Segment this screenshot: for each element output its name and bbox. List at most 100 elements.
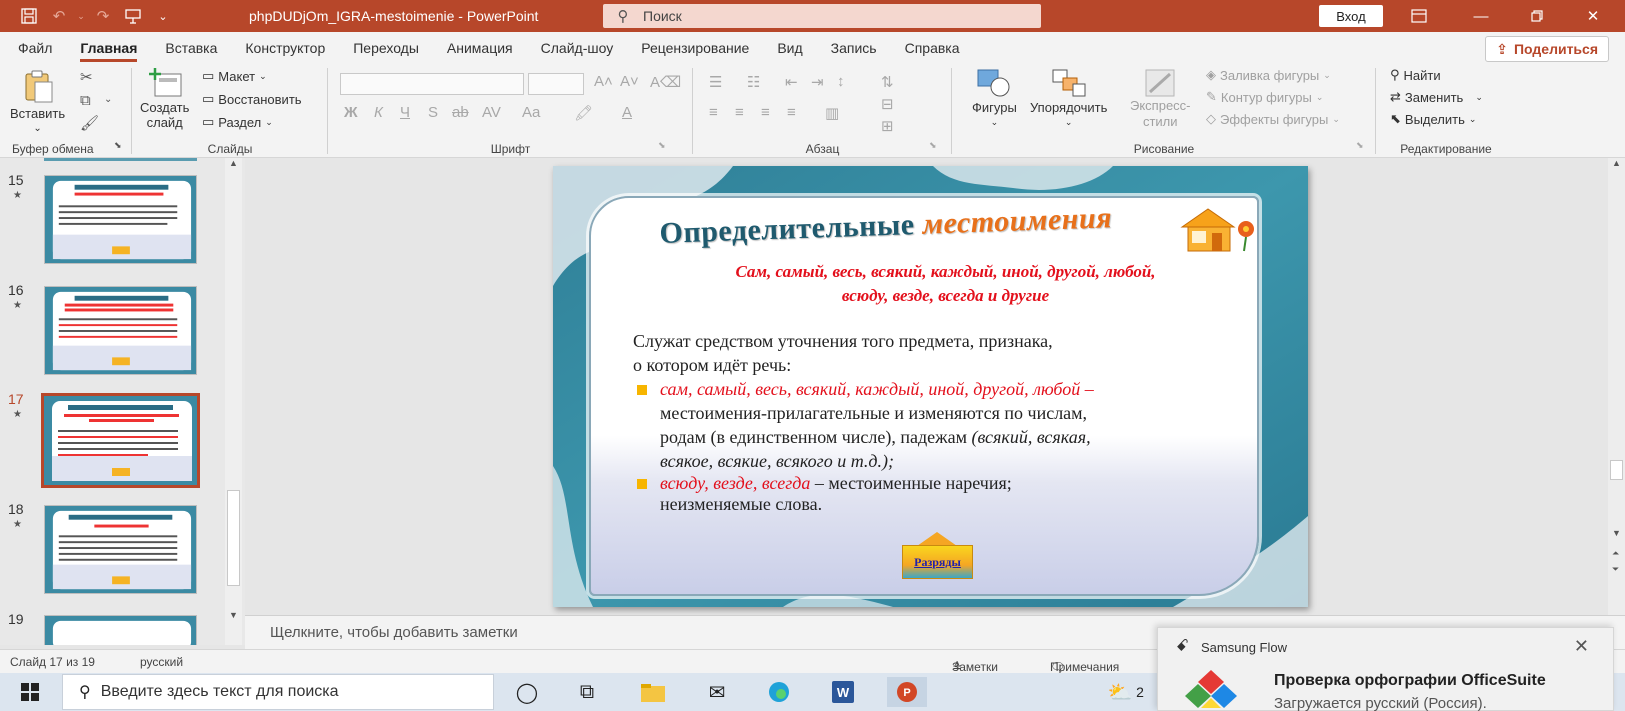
align-right-icon[interactable]: ≡ — [761, 104, 770, 121]
paragraph-launcher-icon[interactable]: ⬊ — [929, 140, 937, 151]
tab-design[interactable]: Конструктор — [231, 32, 339, 64]
windows-start-icon[interactable] — [10, 677, 50, 707]
tab-review[interactable]: Рецензирование — [627, 32, 763, 64]
shape-fill-button[interactable]: ◈ Заливка фигуры ⌄ — [1206, 67, 1331, 83]
restore-icon[interactable] — [1514, 0, 1560, 32]
underline-icon[interactable]: Ч — [400, 104, 410, 121]
italic-icon[interactable]: К — [374, 104, 383, 121]
format-painter-icon[interactable]: 🖌 — [80, 114, 99, 132]
previous-slide-icon[interactable]: ⏶ — [1612, 548, 1619, 559]
ranks-link-button[interactable]: Разряды — [902, 545, 973, 579]
align-center-icon[interactable]: ≡ — [735, 104, 744, 121]
next-slide-icon[interactable]: ⏷ — [1612, 564, 1619, 575]
shape-effects-button[interactable]: ◇ Эффекты фигуры ⌄ — [1206, 111, 1340, 127]
numbering-icon[interactable]: ☷ — [747, 73, 760, 91]
text-direction-icon[interactable]: ⇅ — [881, 73, 894, 91]
thumbnails-scrollbar[interactable]: ▲ ▼ — [225, 158, 242, 645]
decrease-font-icon[interactable]: A˅ — [620, 73, 639, 90]
task-view-icon[interactable]: ⧉ — [567, 677, 607, 707]
bullets-icon[interactable]: ☰ — [709, 73, 722, 91]
cut-icon[interactable]: ✂ — [80, 68, 93, 86]
ribbon-display-icon[interactable] — [1396, 0, 1442, 32]
find-button[interactable]: ⚲ Найти — [1390, 67, 1441, 83]
scroll-up-icon[interactable]: ▲ — [229, 158, 238, 168]
slide-thumbnail-18[interactable] — [44, 505, 197, 594]
shapes-button[interactable]: Фигуры ⌄ — [972, 68, 1017, 128]
tab-insert[interactable]: Вставка — [151, 32, 231, 64]
shadow-icon[interactable]: S — [428, 104, 438, 121]
strikethrough-icon[interactable]: ab — [452, 104, 469, 121]
search-box[interactable]: ⚲ Поиск — [603, 4, 1041, 28]
clipboard-launcher-icon[interactable]: ⬊ — [114, 140, 122, 151]
replace-button[interactable]: ⇄ Заменить ⌄ — [1390, 89, 1483, 105]
cortana-icon[interactable]: ◯ — [507, 677, 547, 707]
tab-home[interactable]: Главная — [66, 32, 151, 64]
align-left-icon[interactable]: ≡ — [709, 104, 718, 121]
notification-toast[interactable]: ꗃ Samsung Flow ✕ Проверка орфографии Off… — [1157, 627, 1614, 711]
save-icon[interactable] — [14, 0, 44, 32]
quick-styles-button[interactable]: Экспресс- стили — [1130, 68, 1191, 130]
scroll-down-icon[interactable]: ▼ — [229, 610, 238, 620]
mail-icon[interactable]: ✉ — [697, 677, 737, 707]
close-icon[interactable]: ✕ — [1570, 0, 1616, 32]
font-size-dropdown[interactable] — [528, 73, 584, 95]
change-case-icon[interactable]: Aa — [522, 104, 540, 121]
tab-file[interactable]: Файл — [0, 32, 66, 64]
copy-dropdown-icon[interactable]: ⌄ — [104, 94, 112, 105]
clear-formatting-icon[interactable]: A⌫ — [650, 73, 681, 91]
word-icon[interactable]: W — [823, 677, 863, 707]
sign-in-button[interactable]: Вход — [1319, 5, 1383, 27]
slide-thumbnail-16[interactable] — [44, 286, 197, 375]
tab-animations[interactable]: Анимация — [433, 32, 527, 64]
undo-icon[interactable]: ↶ — [44, 0, 74, 32]
tab-transitions[interactable]: Переходы — [339, 32, 433, 64]
customize-toolbar-icon[interactable]: ⌄ — [148, 0, 178, 32]
share-button[interactable]: ⇪ Поделиться — [1485, 36, 1609, 62]
new-slide-button[interactable]: Создать слайд — [140, 68, 189, 130]
edge-browser-icon[interactable] — [759, 677, 799, 707]
line-spacing-icon[interactable]: ↕ — [837, 73, 845, 90]
presentation-icon[interactable] — [118, 0, 148, 32]
section-button[interactable]: ▭ Раздел ⌄ — [202, 114, 273, 130]
scroll-thumb[interactable] — [227, 490, 240, 586]
font-color-icon[interactable]: A — [622, 104, 632, 121]
current-slide[interactable]: Определительные местоимения Сам, самый, … — [553, 166, 1308, 607]
increase-indent-icon[interactable]: ⇥ — [811, 73, 824, 91]
tab-view[interactable]: Вид — [763, 32, 816, 64]
tab-help[interactable]: Справка — [891, 32, 974, 64]
tab-record[interactable]: Запись — [817, 32, 891, 64]
paste-button[interactable]: Вставить ⌄ — [10, 68, 65, 134]
justify-icon[interactable]: ≡ — [787, 104, 796, 121]
smartart-icon[interactable]: ⊞ — [881, 117, 894, 135]
layout-button[interactable]: ▭ Макет ⌄ — [202, 68, 267, 84]
shape-outline-button[interactable]: ✎ Контур фигуры ⌄ — [1206, 89, 1323, 105]
tab-slideshow[interactable]: Слайд-шоу — [527, 32, 628, 64]
scroll-thumb[interactable] — [1610, 460, 1623, 480]
columns-icon[interactable]: ▥ — [825, 104, 839, 122]
select-button[interactable]: ⬉ Выделить ⌄ — [1390, 111, 1476, 127]
reset-button[interactable]: ▭ Восстановить — [202, 91, 302, 107]
scroll-down-icon[interactable]: ▼ — [1612, 528, 1621, 538]
undo-dropdown-icon[interactable]: ⌄ — [74, 0, 88, 32]
taskbar-search[interactable]: ⚲ Введите здесь текст для поиска — [62, 674, 494, 710]
language-indicator[interactable]: русский — [140, 655, 183, 669]
slide-thumbnail-19[interactable] — [44, 615, 197, 645]
slide-thumbnail-17[interactable] — [41, 393, 200, 488]
bold-icon[interactable]: Ж — [344, 104, 358, 121]
decrease-indent-icon[interactable]: ⇤ — [785, 73, 798, 91]
font-launcher-icon[interactable]: ⬊ — [658, 140, 666, 151]
align-text-icon[interactable]: ⊟ — [881, 95, 894, 113]
increase-font-icon[interactable]: A˄ — [594, 73, 613, 90]
file-explorer-icon[interactable] — [633, 677, 673, 707]
highlight-icon[interactable]: 🖍 — [574, 104, 593, 122]
redo-icon[interactable]: ↷ — [88, 0, 118, 32]
scroll-up-icon[interactable]: ▲ — [1612, 158, 1621, 168]
powerpoint-icon[interactable]: P — [887, 677, 927, 707]
copy-icon[interactable]: ⧉ — [80, 92, 91, 109]
minimize-icon[interactable]: — — [1458, 0, 1504, 32]
close-icon[interactable]: ✕ — [1574, 636, 1589, 657]
arrange-button[interactable]: Упорядочить ⌄ — [1030, 68, 1107, 128]
slide-scrollbar[interactable]: ▲ ▼ ⏶ ⏷ — [1608, 158, 1625, 615]
font-name-dropdown[interactable] — [340, 73, 524, 95]
character-spacing-icon[interactable]: AV — [482, 104, 501, 121]
